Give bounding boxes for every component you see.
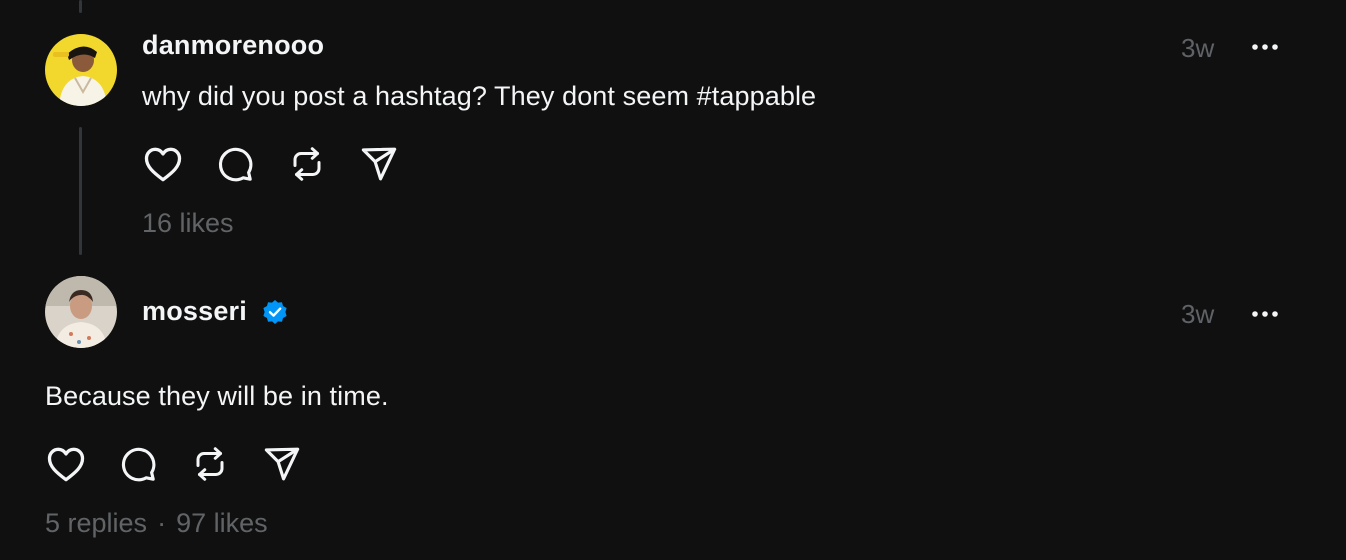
action-bar — [142, 143, 430, 185]
repost-button[interactable] — [189, 443, 231, 485]
verified-badge-icon — [263, 300, 287, 324]
share-icon — [264, 447, 300, 481]
like-count[interactable]: 97 likes — [176, 508, 268, 538]
comment-stats: 5 replies · 97 likes — [45, 508, 268, 539]
comment-button[interactable] — [214, 143, 256, 185]
repost-icon — [293, 147, 321, 181]
thread-line — [79, 127, 82, 255]
share-icon — [361, 147, 397, 181]
repost-button[interactable] — [286, 143, 328, 185]
like-button[interactable] — [142, 143, 184, 185]
comment-button[interactable] — [117, 443, 159, 485]
avatar[interactable] — [45, 34, 117, 106]
separator-dot: · — [157, 508, 167, 538]
like-count[interactable]: 16 likes — [142, 208, 234, 239]
more-options-icon[interactable] — [1251, 43, 1279, 51]
comment-text: why did you post a hashtag? They dont se… — [142, 81, 817, 111]
comment-text: Because they will be in time. — [45, 381, 389, 411]
repost-icon — [196, 447, 224, 481]
heart-icon — [47, 447, 85, 482]
comment-icon — [121, 447, 156, 482]
replies-count[interactable]: 5 replies — [45, 508, 147, 538]
comment-icon — [218, 147, 253, 182]
share-button[interactable] — [358, 143, 400, 185]
action-bar — [45, 443, 333, 485]
avatar[interactable] — [45, 276, 117, 348]
like-button[interactable] — [45, 443, 87, 485]
more-options-icon[interactable] — [1251, 310, 1279, 318]
thread-line-top — [79, 0, 82, 13]
heart-icon — [144, 147, 182, 182]
timestamp: 3w — [1181, 299, 1215, 329]
username[interactable]: danmorenooo — [142, 30, 324, 61]
timestamp: 3w — [1181, 33, 1215, 63]
likes-text[interactable]: 16 likes — [142, 208, 234, 238]
share-button[interactable] — [261, 443, 303, 485]
username[interactable]: mosseri — [142, 296, 247, 327]
